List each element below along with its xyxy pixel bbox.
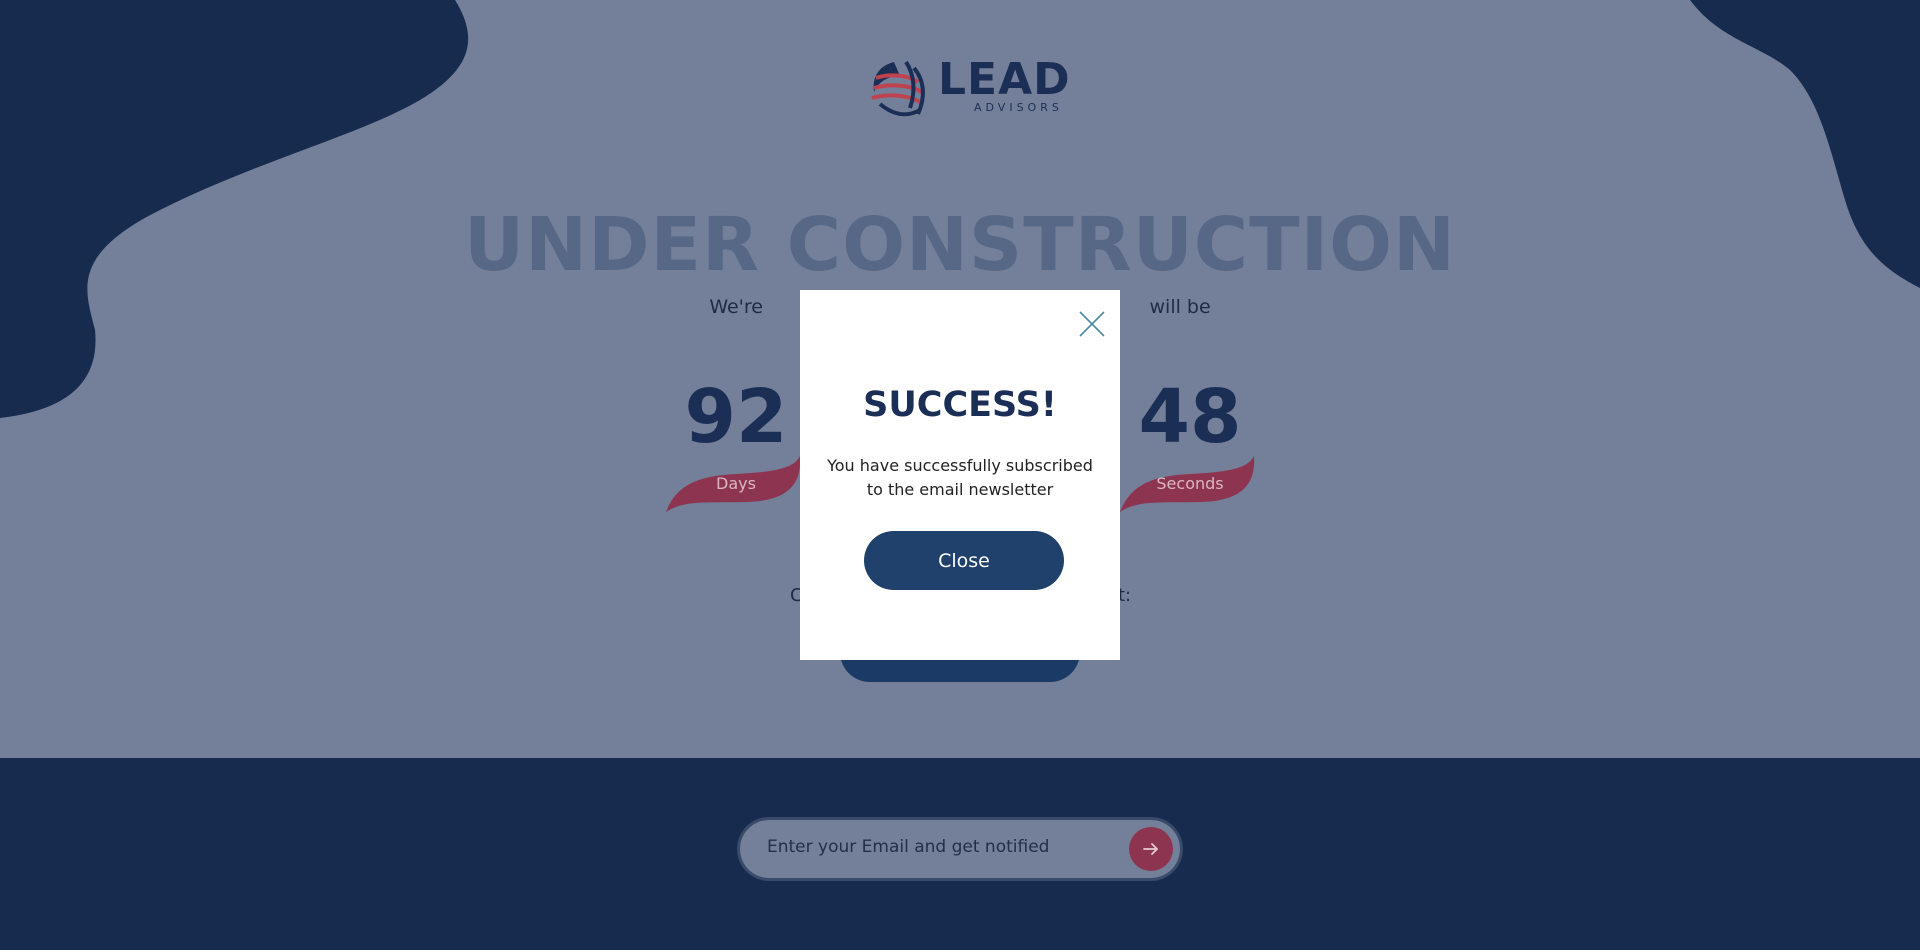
arrow-right-icon (1143, 843, 1158, 855)
success-modal: SUCCESS! You have successfully subscribe… (800, 290, 1120, 660)
email-input[interactable]: Enter your Email and get notified (767, 839, 1049, 856)
newsletter-form: Enter your Email and get notified (740, 820, 1180, 878)
modal-title: SUCCESS! (863, 385, 1057, 425)
brand-name: LEAD (938, 54, 1071, 105)
modal-message: You have successfully subscribed to the … (827, 456, 1093, 499)
close-button[interactable]: Close (864, 531, 1064, 590)
countdown-seconds-label: Seconds (1156, 474, 1224, 493)
countdown-days-value: 92 (684, 374, 788, 460)
subscribe-button[interactable] (1129, 827, 1173, 871)
close-icon[interactable] (1078, 310, 1106, 338)
countdown-seconds-value: 48 (1138, 374, 1242, 460)
brand-tagline: ADVISORS (974, 101, 1063, 114)
countdown-days-label: Days (716, 474, 756, 493)
page-headline: UNDER CONSTRUCTION (464, 202, 1456, 288)
